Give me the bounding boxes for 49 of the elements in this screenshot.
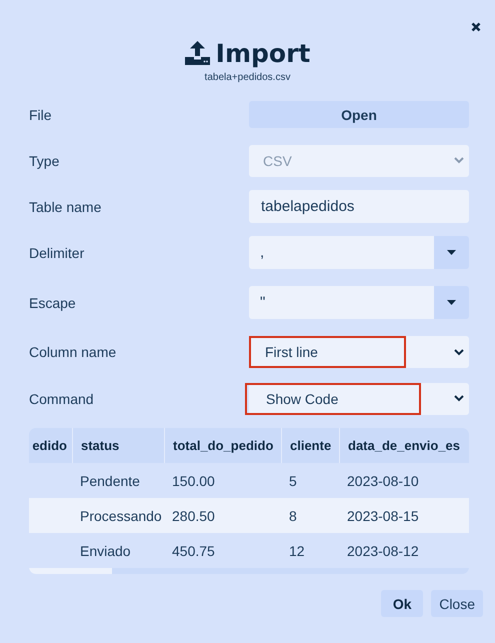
table-cell-text: 5 bbox=[288, 472, 298, 490]
field-label: Command bbox=[29, 390, 94, 406]
table-cell-text: 2023-08-15 bbox=[346, 506, 420, 526]
table-cell-text: 12 bbox=[288, 542, 306, 560]
table-row[interactable]: Enviado 450.75 12 2023-08-12 bbox=[29, 533, 469, 568]
dialog-title: Import bbox=[216, 38, 310, 68]
input-field[interactable]: , bbox=[249, 236, 434, 269]
column-header[interactable]: cliente bbox=[281, 428, 339, 463]
open-button[interactable]: Open bbox=[249, 101, 469, 128]
chevron-icon bbox=[454, 348, 464, 356]
ok-button[interactable]: Ok bbox=[381, 590, 424, 617]
caret-icon bbox=[447, 300, 456, 305]
chevron-icon bbox=[454, 157, 464, 164]
table-cell-text: 2023-08-10 bbox=[346, 472, 420, 490]
field-label: Type bbox=[29, 152, 60, 168]
table-cell-text: 150.00 bbox=[171, 472, 216, 490]
close-icon[interactable] bbox=[471, 22, 481, 32]
field-label: Column name bbox=[29, 344, 116, 360]
column-header[interactable]: edido bbox=[29, 428, 72, 463]
close-button[interactable]: Close bbox=[431, 590, 483, 617]
highlighted-value: Show Code bbox=[245, 382, 421, 414]
caret-icon bbox=[447, 250, 456, 255]
column-header[interactable]: status bbox=[72, 428, 164, 463]
dropdown-button[interactable] bbox=[434, 236, 469, 269]
scrollbar-thumb[interactable] bbox=[29, 568, 112, 574]
dropdown-button[interactable] bbox=[434, 286, 469, 319]
select-field[interactable]: First line bbox=[249, 336, 469, 368]
text-field[interactable]: tabelapedidos bbox=[249, 190, 469, 223]
table-cell-text: Enviado bbox=[79, 542, 132, 560]
select-value: CSV bbox=[262, 152, 293, 170]
highlighted-value: First line bbox=[249, 336, 406, 368]
table-row[interactable]: Pendente 150.00 5 2023-08-10 bbox=[29, 463, 469, 498]
file-name: tabela+pedidos.csv bbox=[204, 72, 292, 85]
input-field[interactable]: " bbox=[249, 286, 434, 319]
field-label: Delimiter bbox=[29, 244, 84, 260]
table-cell-text: 280.50 bbox=[171, 506, 216, 526]
field-label: File bbox=[29, 106, 52, 122]
table-cell-text: 450.75 bbox=[171, 542, 216, 560]
column-header[interactable]: data_de_envio_es bbox=[339, 428, 469, 463]
table-cell-text: 2023-08-12 bbox=[346, 542, 420, 560]
table-cell-text: Processando bbox=[79, 506, 163, 526]
field-label: Table name bbox=[29, 198, 102, 214]
field-label: Escape bbox=[29, 294, 76, 310]
column-header[interactable]: total_do_pedido bbox=[164, 428, 281, 463]
upload-icon bbox=[184, 41, 210, 65]
table-cell-text: Pendente bbox=[79, 472, 141, 490]
chevron-icon bbox=[454, 395, 464, 402]
table-row[interactable]: Processando 280.50 8 2023-08-15 bbox=[29, 498, 469, 533]
table-cell-text: 8 bbox=[288, 506, 298, 526]
